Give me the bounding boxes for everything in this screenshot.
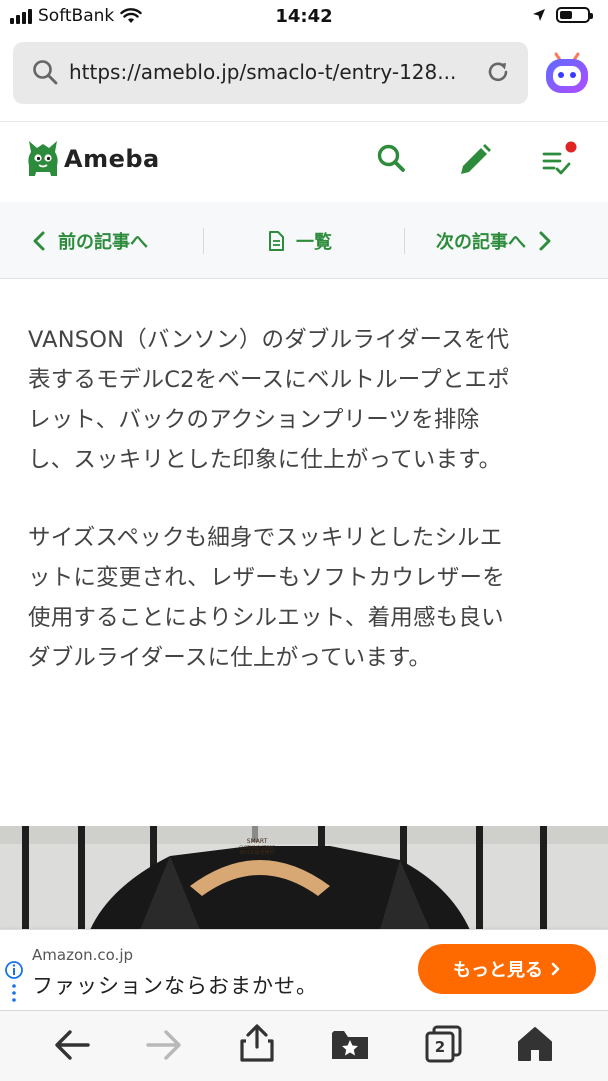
- assistant-icon[interactable]: [542, 48, 592, 98]
- paragraph-line: レット、バックのアクションプリーツを排除: [28, 407, 480, 433]
- bookmarks-folder-icon[interactable]: [330, 1027, 370, 1063]
- paragraph-line: 表するモデルC2をベースにベルトループとエポ: [28, 367, 510, 393]
- search-icon[interactable]: [376, 142, 406, 176]
- search-icon: [33, 60, 58, 85]
- notification-dot: [565, 141, 577, 153]
- hanger-text-line: SMART: [246, 838, 268, 845]
- chevron-left-icon: [33, 231, 45, 251]
- article-nav: 前の記事へ 一覧 次の記事へ: [0, 202, 608, 279]
- browser-toolbar: 2: [0, 1010, 608, 1081]
- article-paragraph: VANSON（バンソン）のダブルライダースを代 表するモデルC2をベースにベルト…: [28, 320, 580, 480]
- info-icon[interactable]: [4, 960, 24, 1006]
- chevron-right-icon: [539, 231, 551, 251]
- tab-count: 2: [434, 1038, 446, 1056]
- ameba-monster-icon: [28, 141, 58, 176]
- battery-icon: [556, 7, 593, 23]
- paragraph-line: し、スッキリとした印象に仕上がっています。: [28, 447, 502, 473]
- ad-banner[interactable]: Amazon.co.jp ファッションならおまかせ。 もっと見る: [0, 929, 608, 1010]
- paragraph-line: 使用することによりシルエット、着用感も良い: [28, 605, 504, 631]
- battery-fill: [560, 11, 572, 19]
- article-photo[interactable]: SMART CLOTHING STORE 西日本最強無料: [0, 826, 608, 930]
- ad-cta-label: もっと見る: [453, 960, 543, 981]
- article-body: VANSON（バンソン）のダブルライダースを代 表するモデルC2をベースにベルト…: [28, 320, 580, 716]
- hanger-text-line: 西日本最強無料: [239, 850, 275, 856]
- article-list-link[interactable]: 一覧: [268, 228, 332, 254]
- ad-title[interactable]: ファッションならおまかせ。: [32, 970, 318, 1000]
- forward-arrow-icon[interactable]: [144, 1027, 184, 1063]
- nav-divider: [404, 228, 405, 254]
- jacket-photo: [0, 826, 608, 930]
- ameba-brand: Ameba: [64, 145, 160, 173]
- notification-list-icon[interactable]: [540, 140, 580, 180]
- article-paragraph: サイズスペックも細身でスッキリとしたシルエ ットに変更され、レザーもソフトカウレ…: [28, 518, 580, 678]
- chevron-right-icon: [551, 962, 560, 976]
- next-article-link[interactable]: 次の記事へ: [436, 228, 552, 254]
- status-bar: SoftBank 14:42: [0, 0, 608, 36]
- reload-icon[interactable]: [484, 58, 512, 86]
- prev-article-link[interactable]: 前の記事へ: [32, 228, 148, 254]
- ameba-logo[interactable]: Ameba: [26, 138, 160, 180]
- share-icon[interactable]: [238, 1023, 276, 1063]
- ad-source: Amazon.co.jp: [32, 946, 134, 964]
- prev-article-label: 前の記事へ: [58, 232, 148, 253]
- paragraph-line: ットに変更され、レザーもソフトカウレザーを: [28, 565, 505, 591]
- paragraph-line: VANSON（バンソン）のダブルライダースを代: [28, 327, 510, 353]
- pencil-icon[interactable]: [457, 142, 493, 178]
- paragraph-line: ダブルライダースに仕上がっています。: [28, 645, 432, 671]
- next-article-label: 次の記事へ: [436, 232, 526, 253]
- url-text[interactable]: https://ameblo.jp/smaclo-t/entry-128...: [69, 60, 481, 84]
- status-time: 14:42: [275, 6, 333, 27]
- document-icon: [269, 231, 284, 251]
- ameba-header: Ameba: [0, 121, 608, 203]
- ad-cta-button[interactable]: もっと見る: [418, 944, 596, 994]
- nav-divider: [203, 228, 204, 254]
- url-bar[interactable]: https://ameblo.jp/smaclo-t/entry-128...: [13, 42, 528, 104]
- article-list-label: 一覧: [296, 232, 332, 253]
- back-arrow-icon[interactable]: [52, 1027, 92, 1063]
- paragraph-line: サイズスペックも細身でスッキリとしたシルエ: [28, 525, 503, 551]
- home-icon[interactable]: [516, 1025, 554, 1063]
- hanger-label: SMART CLOTHING STORE 西日本最強無料: [232, 838, 282, 856]
- status-right: [532, 7, 593, 23]
- location-arrow-icon: [533, 9, 545, 21]
- tabs-button[interactable]: 2: [424, 1025, 464, 1063]
